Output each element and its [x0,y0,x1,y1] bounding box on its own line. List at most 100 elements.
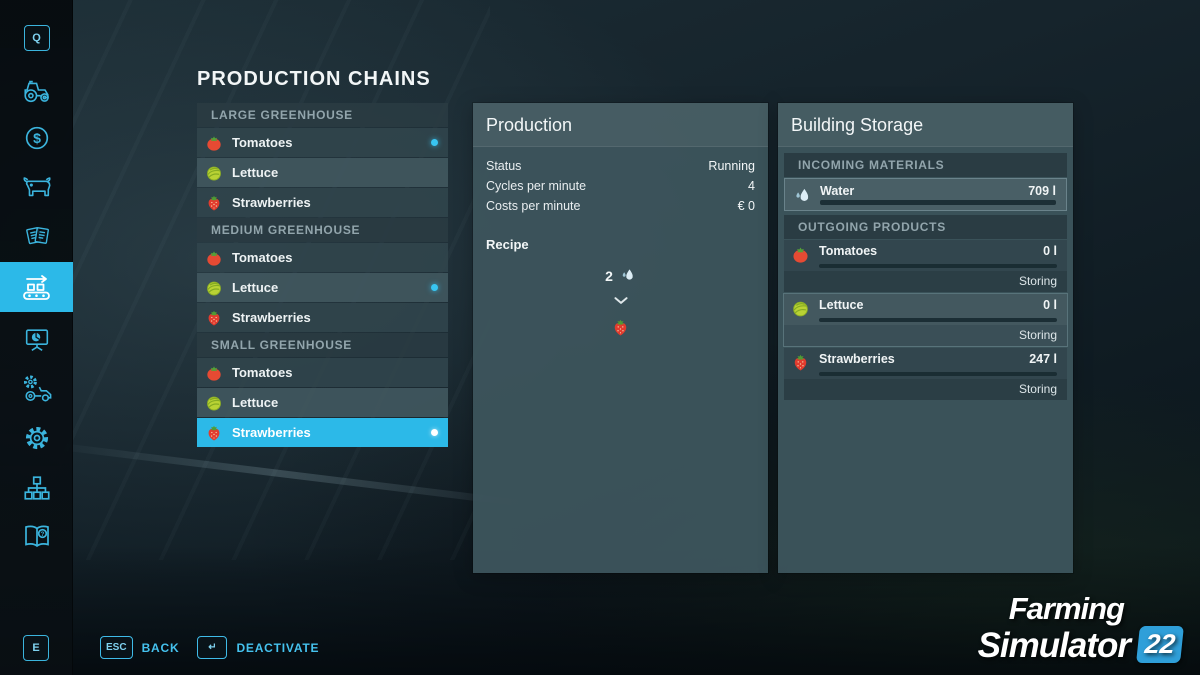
sidebar-item-statistics[interactable] [0,318,73,362]
storage-row-strawberries[interactable]: Strawberries 247 l Storing [784,348,1067,400]
vehicle-service-icon [21,373,53,403]
e-key-hint: E [23,635,49,661]
chain-item-label: Tomatoes [232,135,292,150]
sidebar-item-finances[interactable]: $ [0,116,73,160]
storage-row-status: Storing [784,271,1067,292]
recipe-input-quantity: 2 [605,268,613,284]
lettuce-icon [205,164,223,182]
recipe-input: 2 [605,266,636,286]
status-value: Running [708,159,755,173]
fill-bar-track [819,318,1057,322]
sidebar-item-network[interactable] [0,466,73,510]
chain-item-large-tomatoes[interactable]: Tomatoes [197,128,448,157]
tractor-icon [21,75,53,105]
chain-item-small-tomatoes[interactable]: Tomatoes [197,358,448,387]
back-button[interactable]: ESC BACK [100,636,179,659]
storage-row-value: 0 l [1043,298,1057,312]
svg-text:$: $ [33,130,41,146]
chain-item-medium-tomatoes[interactable]: Tomatoes [197,243,448,272]
logo-number-22: 22 [1136,626,1184,663]
chain-item-medium-lettuce[interactable]: Lettuce [197,273,448,302]
sidebar-item-maintenance[interactable] [0,366,73,410]
recipe-title: Recipe [486,237,755,252]
costs-value: € 0 [738,199,755,213]
section-header-small-greenhouse: SMALL GREENHOUSE [197,333,448,357]
chain-item-large-lettuce[interactable]: Lettuce [197,158,448,187]
sidebar-item-vehicles[interactable] [0,68,73,112]
chain-item-label: Strawberries [232,195,311,210]
page-title: PRODUCTION CHAINS [197,68,431,91]
e-key-badge: E [23,635,49,661]
production-chains-list: LARGE GREENHOUSE Tomatoes Lettuce Strawb… [197,103,448,448]
chevron-down-icon [613,292,629,310]
storage-row-water[interactable]: Water 709 l [784,178,1067,211]
water-drop-icon [792,185,812,205]
building-storage-title: Building Storage [778,103,1073,147]
chain-item-label: Tomatoes [232,250,292,265]
active-dot [431,429,438,436]
logo-word-simulator: Simulator [978,628,1130,663]
production-panel: Production Status Running Cycles per min… [473,103,768,573]
animals-cow-icon [21,172,53,200]
farming-simulator-logo: Farming Simulator 22 [978,593,1182,663]
incoming-materials-header: INCOMING MATERIALS [784,153,1067,177]
tomato-icon [205,249,223,267]
q-key-badge: Q [24,25,50,51]
storage-row-tomatoes[interactable]: Tomatoes 0 l Storing [784,240,1067,292]
status-row: Status Running [486,159,755,173]
settings-gear-icon [22,423,52,453]
footer-hints: ESC BACK ↵ DEACTIVATE [100,636,319,659]
storage-row-lettuce[interactable]: Lettuce 0 l Storing [784,294,1067,346]
strawberry-icon [205,309,223,327]
sidebar-item-help[interactable]: ? [0,514,73,558]
chain-item-small-strawberries-selected[interactable]: Strawberries [197,418,448,447]
chain-item-label: Strawberries [232,425,311,440]
chain-item-label: Strawberries [232,310,311,325]
chain-item-label: Tomatoes [232,365,292,380]
storage-row-label: Water [820,184,854,198]
tomato-icon [205,134,223,152]
sidebar-item-settings[interactable] [0,416,73,460]
section-header-medium-greenhouse: MEDIUM GREENHOUSE [197,218,448,242]
lettuce-icon [791,299,810,318]
strawberry-icon [205,424,223,442]
cycles-row: Cycles per minute 4 [486,179,755,193]
q-key-hint: Q [0,16,73,60]
sidebar-item-contracts[interactable] [0,214,73,258]
costs-row: Costs per minute € 0 [486,199,755,213]
water-drop-icon [619,266,636,286]
lettuce-icon [205,394,223,412]
network-nodes-icon [22,473,52,503]
storage-row-label: Tomatoes [819,244,877,258]
chain-item-medium-strawberries[interactable]: Strawberries [197,303,448,332]
storage-row-status: Storing [784,325,1067,346]
logo-word-farming: Farming [978,593,1124,624]
chain-item-small-lettuce[interactable]: Lettuce [197,388,448,417]
outgoing-products-header: OUTGOING PRODUCTS [784,215,1067,239]
help-book-icon: ? [21,521,53,551]
tomato-icon [205,364,223,382]
sidebar-item-production[interactable] [0,262,73,312]
deactivate-button[interactable]: ↵ DEACTIVATE [197,636,319,659]
storage-row-status: Storing [784,379,1067,400]
fill-bar-track [819,264,1057,268]
back-label: BACK [142,641,180,655]
chain-item-large-strawberries[interactable]: Strawberries [197,188,448,217]
tomato-icon [791,245,810,264]
lettuce-icon [205,279,223,297]
storage-row-value: 0 l [1043,244,1057,258]
cycles-label: Cycles per minute [486,179,586,193]
storage-row-label: Strawberries [819,352,895,366]
sidebar-item-animals[interactable] [0,164,73,208]
status-label: Status [486,159,521,173]
storage-row-value: 247 l [1029,352,1057,366]
fill-bar-track [819,372,1057,376]
statistics-board-icon [22,325,52,355]
enter-key-badge: ↵ [197,636,227,659]
chain-item-label: Lettuce [232,395,278,410]
storage-row-value: 709 l [1028,184,1056,198]
chain-item-label: Lettuce [232,165,278,180]
strawberry-icon [205,194,223,212]
costs-label: Costs per minute [486,199,580,213]
esc-key-badge: ESC [100,636,133,659]
